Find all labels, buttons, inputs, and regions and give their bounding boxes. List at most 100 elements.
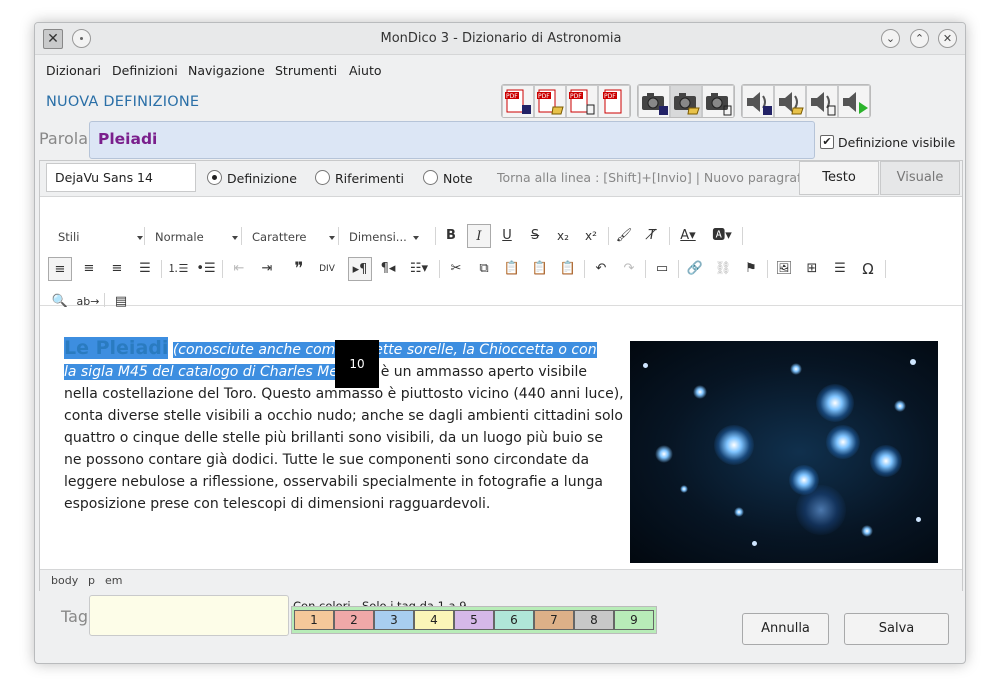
audio-open-icon[interactable] [774, 85, 806, 117]
align-left-icon[interactable]: ≡ [48, 257, 72, 281]
superscript-icon[interactable]: x² [579, 224, 603, 248]
svg-text:PDF: PDF [570, 93, 582, 100]
pdf-delete-icon[interactable]: PDF [566, 85, 598, 117]
ltr-icon[interactable]: ▸¶ [348, 257, 372, 281]
subscript-icon[interactable]: x₂ [551, 224, 575, 248]
close-button[interactable]: ✕ [938, 29, 957, 48]
salva-button[interactable]: Salva [844, 613, 949, 645]
bullet-list-icon[interactable]: •☰ [194, 257, 218, 281]
rtl-icon[interactable]: ¶◂ [376, 257, 400, 281]
paste-icon[interactable]: 📋 [500, 257, 524, 281]
tag-color-5[interactable]: 5 [454, 610, 494, 630]
export-toolbar: PDF PDF PDF PDF [501, 84, 877, 118]
audio-play-icon[interactable] [838, 85, 870, 117]
definition-title: Le Pleiadi [64, 337, 169, 359]
div-icon[interactable]: DIV [315, 257, 339, 281]
annulla-button[interactable]: Annulla [742, 613, 829, 645]
paste-word-icon[interactable]: 📋 [556, 257, 580, 281]
italic-icon[interactable]: I [467, 224, 491, 248]
pdf-open-icon[interactable]: PDF [534, 85, 566, 117]
camera-save-icon[interactable] [638, 85, 670, 117]
page-title: NUOVA DEFINIZIONE [46, 94, 200, 110]
paste-text-icon[interactable]: 📋 [528, 257, 552, 281]
hint-text: Torna alla linea : [Shift]+[Invio] | Nuo… [497, 170, 818, 185]
tab-visuale[interactable]: Visuale [880, 161, 960, 195]
undo-icon[interactable]: ↶ [589, 257, 613, 281]
cut-icon[interactable]: ✂ [444, 257, 468, 281]
menu-bar: Dizionari Definizioni Navigazione Strume… [35, 56, 965, 82]
audio-delete-icon[interactable] [806, 85, 838, 117]
camera-delete-icon[interactable] [702, 85, 734, 117]
pdf-save-icon[interactable]: PDF [502, 85, 534, 117]
app-window: ✕ MonDico 3 - Dizionario di Astronomia ⌄… [34, 22, 966, 664]
path-body[interactable]: body [51, 574, 78, 587]
pleiadi-image [630, 341, 938, 563]
window-title: MonDico 3 - Dizionario di Astronomia [380, 31, 622, 46]
align-justify-icon[interactable]: ☰ [133, 257, 157, 281]
font-selector[interactable]: DejaVu Sans 14 [46, 163, 196, 192]
tag-color-9[interactable]: 9 [614, 610, 654, 630]
indent-icon[interactable]: ⇥ [255, 257, 279, 281]
text-color-icon[interactable]: A▾ [673, 224, 703, 248]
copy-icon[interactable]: ⧉ [472, 257, 496, 281]
unlink-icon[interactable]: ⛓ [711, 257, 735, 281]
bold-icon[interactable]: B [439, 224, 463, 248]
tag-color-swatches: 1 2 3 4 5 6 7 8 9 [291, 606, 657, 634]
parola-label: Parola [39, 129, 88, 148]
tag-color-4[interactable]: 4 [414, 610, 454, 630]
audio-save-icon[interactable] [742, 85, 774, 117]
radio-riferimenti[interactable] [315, 170, 330, 185]
anchor-flag-icon[interactable]: ⚑ [739, 257, 763, 281]
editor-mode-row: DejaVu Sans 14 Definizione Riferimenti N… [40, 161, 962, 197]
tag-color-2[interactable]: 2 [334, 610, 374, 630]
link-icon[interactable]: 🔗 [683, 257, 707, 281]
align-center-icon[interactable]: ≡ [77, 257, 101, 281]
tag-color-3[interactable]: 3 [374, 610, 414, 630]
minimize-button[interactable]: ⌄ [881, 29, 900, 48]
radio-note-label: Note [443, 171, 473, 186]
tag-color-7[interactable]: 7 [534, 610, 574, 630]
numbered-list-icon[interactable]: ⒈☰ [166, 257, 190, 281]
carattere-dropdown[interactable]: Carattere [252, 230, 335, 244]
dimensione-dropdown[interactable]: Dimensi... [349, 230, 419, 244]
image-icon[interactable]: 🖼 [772, 257, 796, 281]
editor-content[interactable]: Le Pleiadi (conosciute anche come le Set… [40, 307, 962, 569]
path-p[interactable]: p [88, 574, 95, 587]
special-char-icon[interactable]: Ω [856, 257, 880, 281]
tag-input[interactable] [89, 595, 289, 636]
maximize-button[interactable]: ⌃ [910, 29, 929, 48]
camera-open-icon[interactable] [670, 85, 702, 117]
menu-navigazione[interactable]: Navigazione [188, 63, 265, 78]
redo-icon[interactable]: ↷ [617, 257, 641, 281]
tab-testo[interactable]: Testo [799, 161, 879, 195]
align-right-icon[interactable]: ≡ [105, 257, 129, 281]
definizione-visibile-checkbox[interactable]: ✔ [820, 135, 834, 149]
language-icon[interactable]: ☷▾ [404, 257, 434, 281]
outdent-icon[interactable]: ⇤ [227, 257, 251, 281]
radio-note[interactable] [423, 170, 438, 185]
tag-color-8[interactable]: 8 [574, 610, 614, 630]
tag-color-6[interactable]: 6 [494, 610, 534, 630]
menu-dizionari[interactable]: Dizionari [46, 63, 101, 78]
radio-definizione[interactable] [207, 170, 222, 185]
parola-input[interactable]: Pleiadi [89, 121, 815, 159]
blockquote-icon[interactable]: ❞ [287, 257, 311, 281]
stili-dropdown[interactable]: Stili [58, 230, 144, 244]
menu-strumenti[interactable]: Strumenti [275, 63, 337, 78]
strikethrough-icon[interactable]: S [523, 224, 547, 248]
menu-aiuto[interactable]: Aiuto [349, 63, 382, 78]
format-painter-icon[interactable]: 🖌 [612, 224, 636, 248]
horizontal-line-icon[interactable]: ☰ [828, 257, 852, 281]
path-em[interactable]: em [105, 574, 122, 587]
tag-color-1[interactable]: 1 [294, 610, 334, 630]
formatting-toolbar: Stili Normale Carattere Dimensi... B I U… [40, 198, 962, 311]
menu-definizioni[interactable]: Definizioni [112, 63, 178, 78]
pdf-icon[interactable]: PDF [598, 85, 630, 117]
table-icon[interactable]: ⊞ [800, 257, 824, 281]
title-bar: ✕ MonDico 3 - Dizionario di Astronomia ⌄… [35, 23, 965, 55]
underline-icon[interactable]: U [495, 224, 519, 248]
field-icon[interactable]: ▭ [650, 257, 674, 281]
background-color-icon[interactable]: 🅰▾ [707, 224, 737, 248]
clear-format-icon[interactable]: T̸ [640, 224, 664, 248]
normale-dropdown[interactable]: Normale [155, 230, 238, 244]
